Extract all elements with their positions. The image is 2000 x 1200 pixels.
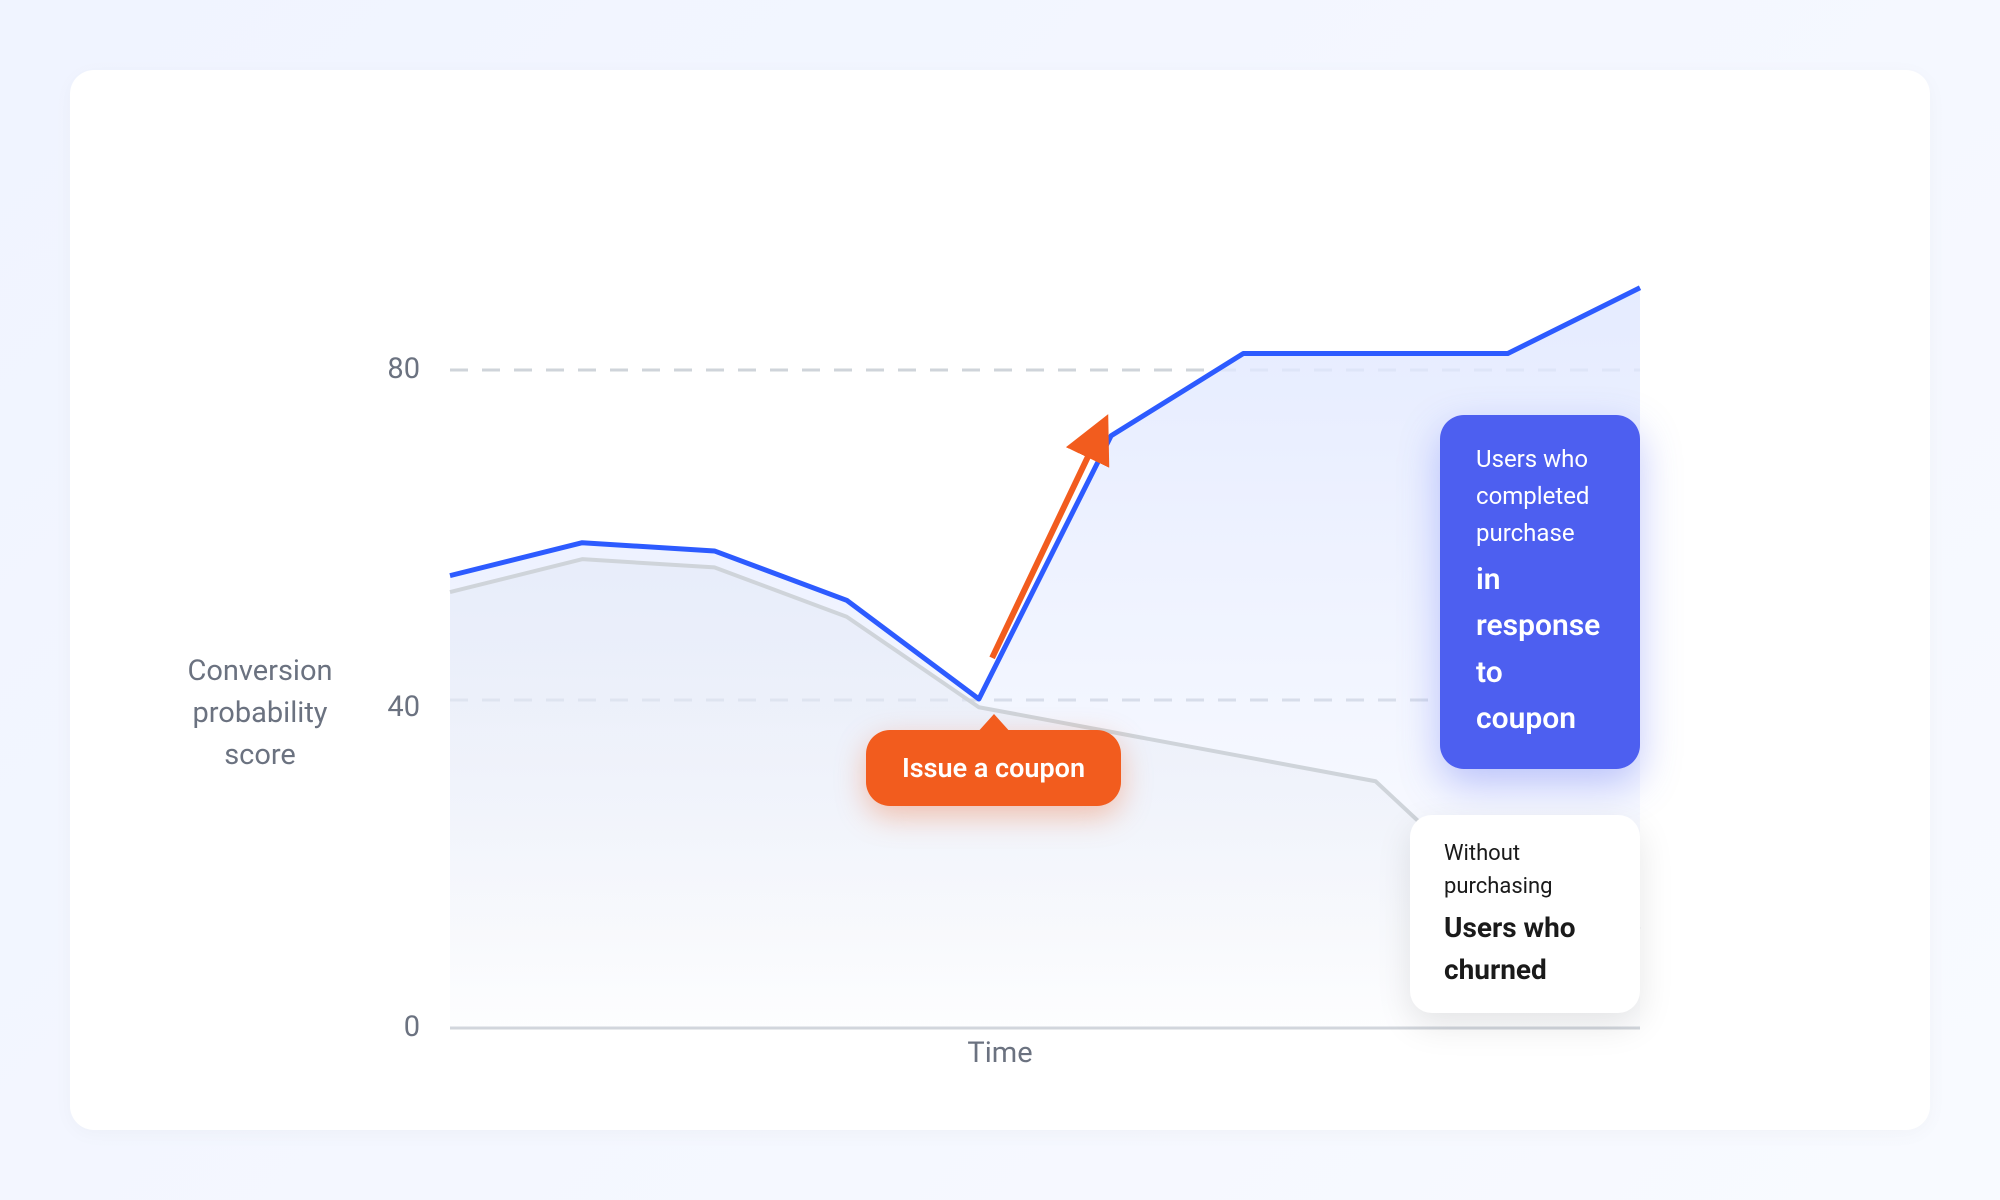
callout-white-line2: Users who churned: [1444, 907, 1606, 991]
y-axis-label: Conversion probability score: [170, 650, 350, 776]
chart-card: 80 40 0 Conversion probability score Tim…: [70, 70, 1930, 1130]
callout-pointer-icon: [976, 714, 1012, 734]
churned-callout: Without purchasing Users who churned: [1410, 815, 1640, 1013]
y-tick-80: 80: [370, 352, 420, 386]
callout-blue-line2: in response to coupon: [1476, 557, 1604, 743]
callout-white-line1: Without purchasing: [1444, 841, 1553, 899]
chart-plot-area: Issue a coupon Users who completed purch…: [450, 270, 1640, 960]
completed-purchase-callout: Users who completed purchase in response…: [1440, 415, 1640, 769]
x-axis-label: Time: [70, 1036, 1930, 1070]
y-tick-40: 40: [370, 690, 420, 724]
issue-coupon-callout: Issue a coupon: [866, 730, 1121, 806]
callout-blue-line1: Users who completed purchase: [1476, 445, 1589, 547]
